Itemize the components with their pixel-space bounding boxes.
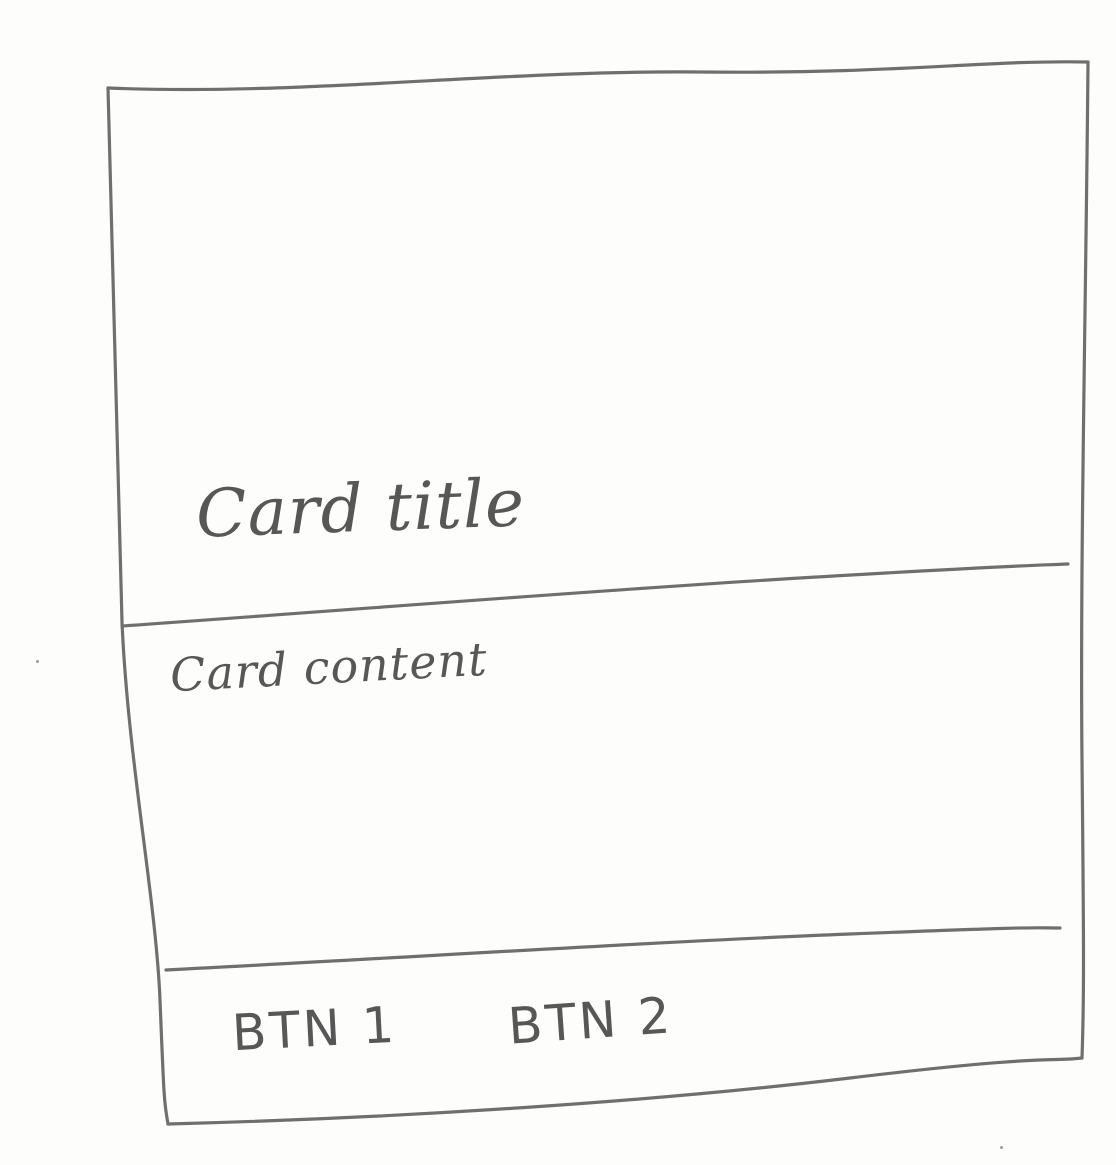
- card-outline-drawing: [106, 60, 1090, 1126]
- card-border-top: [106, 60, 1090, 92]
- card-border-left: [106, 86, 170, 1126]
- header-divider: [120, 562, 1070, 628]
- card-wireframe-sketch: Card title Card content BTN 1 BTN 2: [0, 0, 1116, 1165]
- actions-divider: [164, 926, 1062, 972]
- paper-speck: [1000, 1146, 1003, 1149]
- card-title: Card title: [194, 464, 527, 553]
- paper-speck: [36, 660, 39, 663]
- action-button-1[interactable]: BTN 1: [231, 996, 399, 1063]
- card-border-right: [1079, 60, 1090, 1060]
- card-border-bottom: [166, 1056, 1084, 1126]
- action-button-2[interactable]: BTN 2: [506, 986, 675, 1055]
